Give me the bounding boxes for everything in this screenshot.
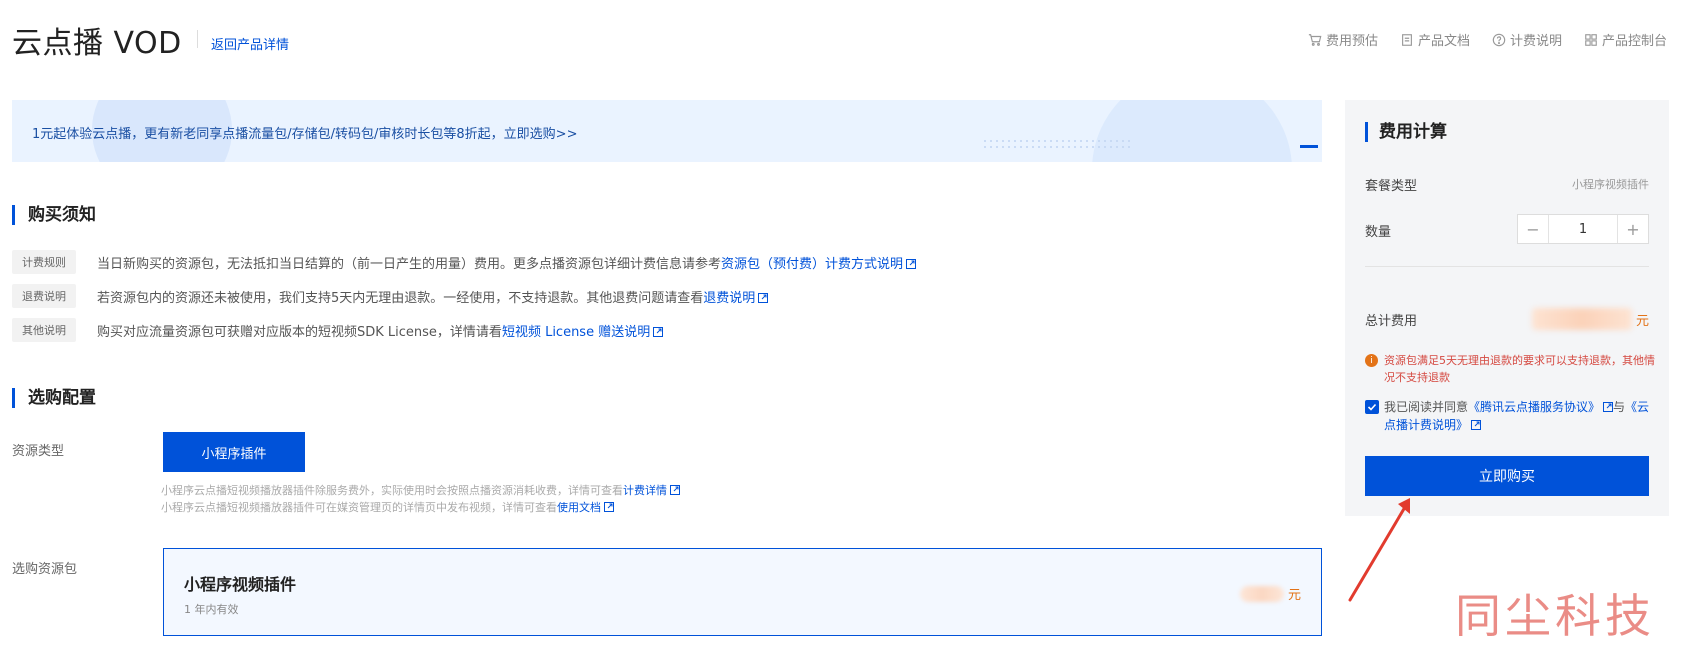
resource-note-docs: 小程序云点播短视频播放器插件可在媒资管理页的详情页中发布视频，详情可查看使用文档 — [161, 499, 614, 515]
product-docs-link[interactable]: 产品文档 — [1400, 30, 1470, 49]
banner-dots — [982, 138, 1132, 152]
quantity-label: 数量 — [1365, 225, 1392, 240]
notice-row-refund: 退费说明 若资源包内的资源还未被使用，我们支持5天内无理由退款。一经使用，不支持… — [12, 284, 769, 308]
watermark-text: 同尘科技 — [1455, 589, 1655, 643]
page-header: 云点播 VOD 返回产品详情 费用预估 产品文档 计费说明 产品控制台 — [0, 0, 1681, 80]
notice-tag: 计费规则 — [12, 250, 76, 274]
notice-text: 购买对应流量资源包可获赠对应版本的短视频SDK License，详情请看短视频 … — [97, 321, 664, 340]
refund-warning: i 资源包满足5天无理由退款的要求可以支持退款，其他情况不支持退款 — [1365, 352, 1655, 386]
total-price: 元 — [1531, 308, 1649, 330]
package-type-value: 小程序视频插件 — [1572, 178, 1649, 191]
package-card[interactable]: 小程序视频插件 1 年内有效 元 — [163, 548, 1322, 636]
increment-button[interactable]: + — [1618, 215, 1648, 243]
package-type-label: 套餐类型 — [1365, 179, 1418, 194]
promo-text[interactable]: 1元起体验云点播，更有新老同享点播流量包/存储包/转码包/审核时长包等8折起，立… — [32, 123, 577, 142]
total-label: 总计费用 — [1365, 314, 1418, 329]
warning-text: 资源包满足5天无理由退款的要求可以支持退款，其他情况不支持退款 — [1384, 354, 1655, 384]
package-label: 选购资源包 — [12, 562, 78, 577]
usage-docs-link[interactable]: 使用文档 — [557, 501, 601, 514]
panel-title: 费用计算 — [1365, 122, 1447, 142]
service-agreement-link[interactable]: 《腾讯云点播服务协议》 — [1468, 400, 1600, 414]
config-section-title: 选购配置 — [12, 388, 96, 408]
decrement-button[interactable]: − — [1518, 215, 1548, 243]
billing-method-link[interactable]: 资源包（预付费）计费方式说明 — [721, 257, 903, 272]
notice-text: 若资源包内的资源还未被使用，我们支持5天内无理由退款。一经使用，不支持退款。其他… — [97, 287, 769, 306]
external-link-icon[interactable] — [604, 502, 614, 512]
info-icon: i — [1365, 354, 1378, 367]
cart-icon — [1308, 33, 1322, 46]
document-icon — [1402, 33, 1412, 46]
billing-detail-link[interactable]: 计费详情 — [623, 484, 667, 497]
check-icon — [1367, 403, 1377, 411]
cost-panel: 费用计算 套餐类型 小程序视频插件 数量 − 1 + 总计费用 元 i 资源包满… — [1345, 100, 1669, 516]
top-link-label: 费用预估 — [1325, 34, 1378, 49]
top-link-label: 产品文档 — [1417, 34, 1470, 49]
grid-icon — [1585, 33, 1597, 46]
quantity-input[interactable]: 1 — [1548, 215, 1618, 243]
package-price: 元 — [1239, 584, 1301, 603]
external-link-icon[interactable] — [906, 258, 917, 269]
agreement: 我已阅读并同意《腾讯云点播服务协议》 与《云点播计费说明》 — [1365, 398, 1655, 434]
notice-tag: 其他说明 — [12, 318, 76, 342]
agreement-text: 我已阅读并同意《腾讯云点播服务协议》 与《云点播计费说明》 — [1384, 400, 1650, 432]
notice-row-billing: 计费规则 当日新购买的资源包，无法抵扣当日结算的（前一日产生的用量）费用。更多点… — [12, 250, 917, 274]
refund-info-link[interactable]: 退费说明 — [703, 291, 755, 306]
collapse-icon[interactable] — [1300, 145, 1318, 148]
quantity-stepper[interactable]: − 1 + — [1517, 214, 1649, 244]
notice-section-title: 购买须知 — [12, 205, 96, 225]
top-link-label: 计费说明 — [1509, 34, 1562, 49]
sdk-license-link[interactable]: 短视频 License 赠送说明 — [502, 325, 650, 340]
panel-divider — [1365, 266, 1649, 267]
promo-banner[interactable]: 1元起体验云点播，更有新老同享点播流量包/存储包/转码包/审核时长包等8折起，立… — [12, 100, 1322, 162]
annotation-arrow-icon — [1348, 498, 1410, 602]
external-link-icon[interactable] — [1471, 420, 1482, 430]
external-link-icon[interactable] — [670, 485, 680, 495]
package-name: 小程序视频插件 — [184, 575, 297, 594]
page-title: 云点播 VOD — [12, 26, 182, 61]
title-divider — [197, 30, 198, 48]
cost-estimate-link[interactable]: 费用预估 — [1308, 30, 1378, 49]
top-links: 费用预估 产品文档 计费说明 产品控制台 — [1308, 30, 1667, 49]
agreement-checkbox[interactable] — [1365, 400, 1379, 414]
package-validity: 1 年内有效 — [184, 603, 239, 616]
console-link[interactable]: 产品控制台 — [1584, 30, 1667, 49]
notice-text: 当日新购买的资源包，无法抵扣当日结算的（前一日产生的用量）费用。更多点播资源包详… — [97, 253, 917, 272]
external-link-icon[interactable] — [653, 326, 664, 337]
notice-tag: 退费说明 — [12, 284, 76, 308]
resource-type-miniprogram-button[interactable]: 小程序插件 — [163, 432, 305, 472]
blurred-total — [1531, 308, 1632, 330]
blurred-price — [1239, 585, 1284, 602]
notice-row-other: 其他说明 购买对应流量资源包可获赠对应版本的短视频SDK License，详情请… — [12, 318, 664, 342]
top-link-label: 产品控制台 — [1601, 34, 1667, 49]
banner-decoration — [1092, 100, 1292, 162]
resource-note-billing: 小程序云点播短视频播放器插件除服务费外，实际使用时会按照点播资源消耗收费，详情可… — [161, 482, 680, 498]
billing-info-link[interactable]: 计费说明 — [1492, 30, 1562, 49]
help-circle-icon — [1492, 33, 1506, 46]
external-link-icon[interactable] — [758, 292, 769, 303]
external-link-icon[interactable] — [1603, 402, 1614, 412]
back-to-product-link[interactable]: 返回产品详情 — [211, 34, 289, 53]
resource-type-label: 资源类型 — [12, 444, 65, 459]
